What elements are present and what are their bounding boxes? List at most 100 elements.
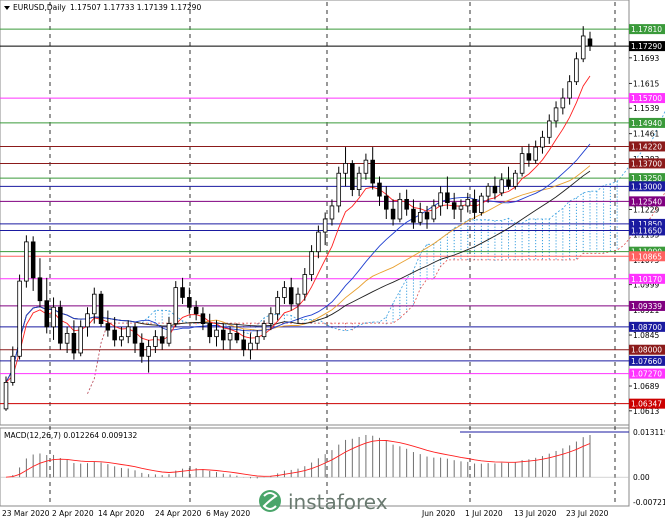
level-price-label: 1.13700 <box>631 159 662 168</box>
cloud-dot <box>589 239 591 241</box>
cloud-dot <box>569 258 571 260</box>
cloud-dot <box>555 252 557 254</box>
cloud-dot <box>487 252 489 255</box>
cloud-dot <box>555 237 557 239</box>
chart-window: 1.17811.16931.16151.15391.14611.13831.13… <box>0 0 665 523</box>
cloud-dot <box>426 268 428 270</box>
cloud-dot <box>582 249 584 252</box>
cloud-dot <box>446 254 448 256</box>
cloud-dot <box>474 219 476 222</box>
cloud-dot <box>467 237 469 240</box>
cloud-dot <box>412 297 414 299</box>
candle-body <box>350 163 355 190</box>
cloud-dot <box>562 241 564 243</box>
cloud-dot <box>440 256 442 258</box>
cloud-dot <box>603 212 605 214</box>
cloud-dot <box>609 225 611 228</box>
cloud-dot <box>521 244 523 246</box>
cloud-dot <box>609 231 611 234</box>
date-label: 23 Jul 2020 <box>566 509 609 518</box>
macd-tick-label: 0.013119 <box>633 428 665 437</box>
cloud-dot <box>535 228 537 230</box>
cloud-dot <box>433 274 435 276</box>
cloud-dot <box>535 237 537 239</box>
cloud-dot <box>589 248 591 250</box>
cloud-dot <box>460 248 462 250</box>
cloud-dot <box>487 228 489 231</box>
cloud-dot <box>412 273 414 275</box>
cloud-dot <box>453 233 455 236</box>
cloud-dot <box>569 243 571 245</box>
cloud-dot <box>460 233 462 235</box>
cloud-dot <box>501 247 503 249</box>
candle-body <box>370 159 375 184</box>
cloud-dot <box>528 234 530 236</box>
candle-body <box>472 198 477 213</box>
level-price-label: 1.08000 <box>631 346 662 355</box>
cloud-dot <box>480 243 482 246</box>
cloud-dot <box>603 206 605 208</box>
cloud-dot <box>528 222 530 224</box>
cloud-dot <box>412 282 414 284</box>
cloud-dot <box>541 222 543 224</box>
cloud-dot <box>494 232 496 234</box>
cloud-dot <box>589 194 591 196</box>
cloud-dot <box>311 319 313 321</box>
level-price-label: 1.07660 <box>631 357 662 366</box>
cloud-dot <box>596 212 598 214</box>
cloud-dot <box>582 219 584 222</box>
level-price-label: 1.14220 <box>631 142 662 151</box>
cloud-dot <box>589 227 591 229</box>
cloud-dot <box>582 231 584 234</box>
cloud-dot <box>460 227 462 229</box>
candle-body <box>180 287 185 298</box>
cloud-dot <box>406 284 408 286</box>
cloud-dot <box>480 228 482 231</box>
cloud-dot <box>609 216 611 219</box>
cloud-dot <box>603 218 605 220</box>
cloud-dot <box>535 219 537 221</box>
cloud-dot <box>596 215 598 217</box>
cloud-dot <box>487 225 489 228</box>
cloud-dot <box>562 217 564 219</box>
candle-body <box>513 172 518 187</box>
cloud-dot <box>596 206 598 208</box>
candle-body <box>268 313 274 324</box>
cloud-dot <box>460 257 462 259</box>
cloud-dot <box>609 192 611 195</box>
cloud-dot <box>575 257 577 259</box>
cloud-dot <box>412 285 414 287</box>
cloud-dot <box>535 222 537 224</box>
candle-body <box>492 185 498 194</box>
cloud-dot <box>419 263 421 265</box>
cloud-dot <box>385 317 387 319</box>
cloud-dot <box>494 241 496 243</box>
cloud-dot <box>514 244 516 246</box>
cloud-dot <box>521 235 523 237</box>
cloud-dot <box>603 194 605 196</box>
candle-body <box>458 205 464 210</box>
cloud-dot <box>487 243 489 246</box>
cloud-dot <box>446 239 448 241</box>
cloud-dot <box>609 207 611 210</box>
cloud-dot <box>541 231 543 233</box>
cloud-dot <box>616 241 618 243</box>
cloud-dot <box>609 249 611 252</box>
candle-body <box>234 332 240 341</box>
cloud-dot <box>609 234 611 237</box>
cloud-dot <box>426 259 428 261</box>
cloud-dot <box>616 190 618 192</box>
cloud-dot <box>562 220 564 222</box>
macd-label: MACD(12,26,7) 0.012264 0.009132 <box>4 431 138 440</box>
cloud-dot <box>575 239 577 241</box>
cloud-dot <box>501 238 503 240</box>
cloud-dot <box>616 208 618 210</box>
cloud-dot <box>521 241 523 243</box>
cloud-dot <box>521 226 523 228</box>
candle-body <box>173 287 179 324</box>
candle-body <box>431 205 437 220</box>
candle-body <box>295 293 301 305</box>
cloud-dot <box>596 227 598 229</box>
cloud-dot <box>548 240 550 242</box>
candle-body <box>519 153 525 174</box>
